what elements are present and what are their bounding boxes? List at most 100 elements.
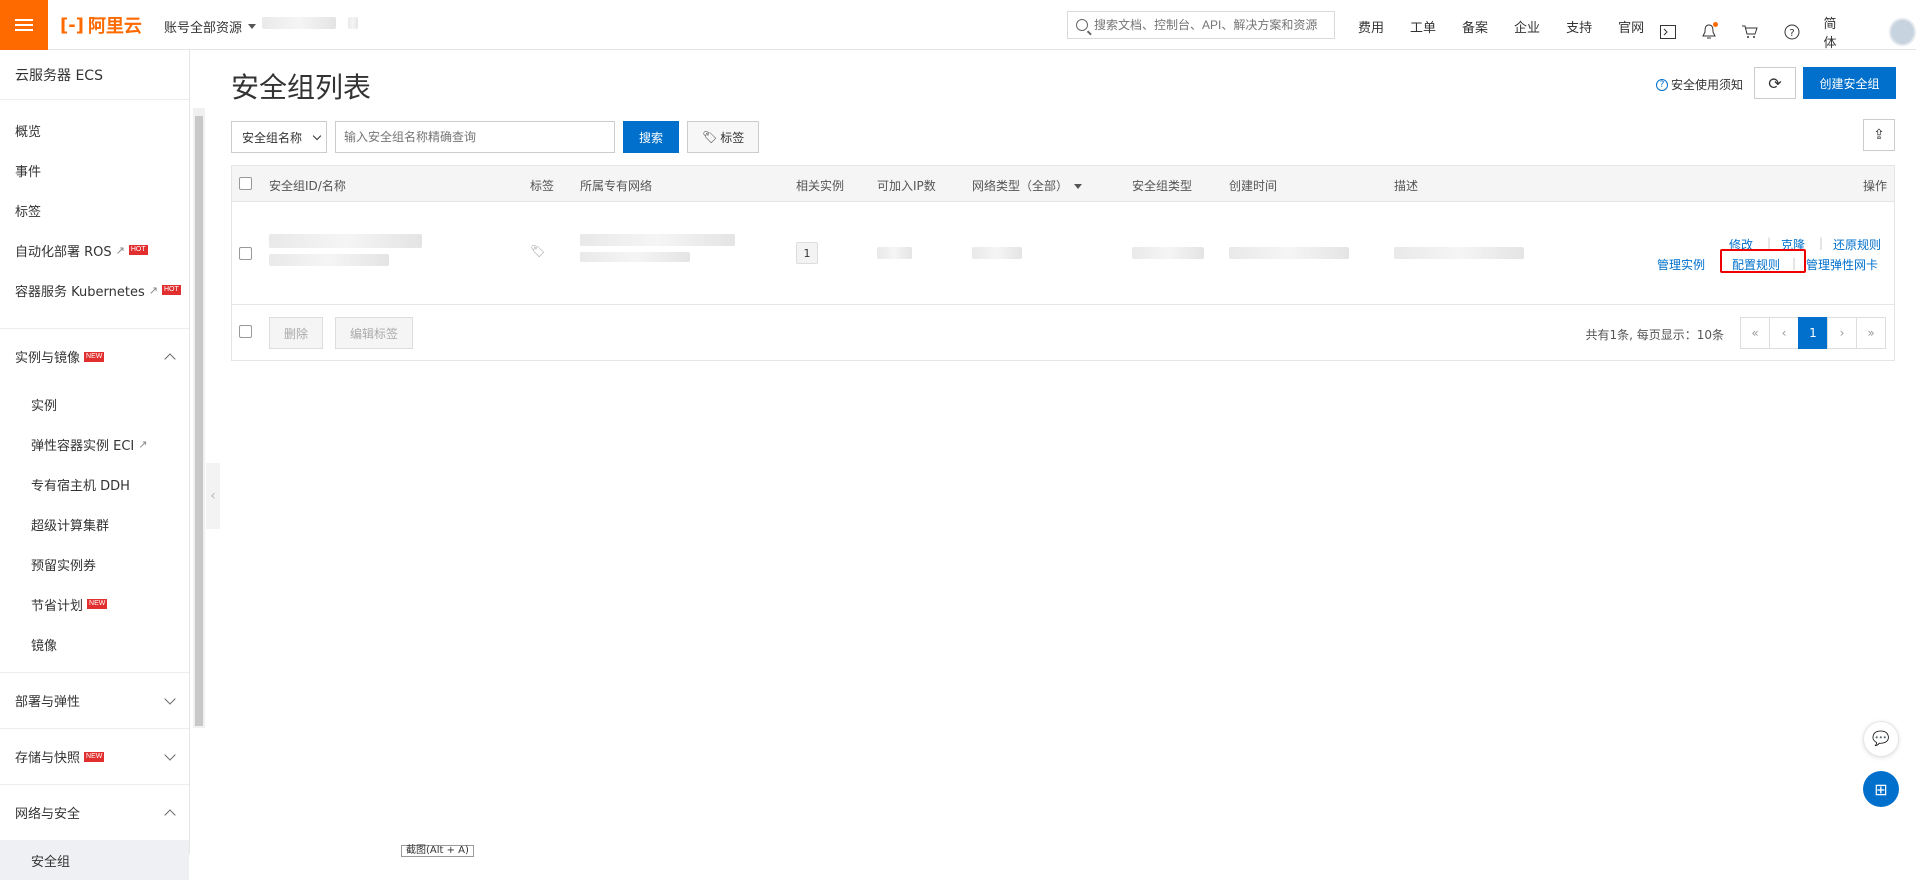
global-search[interactable] bbox=[1067, 11, 1335, 39]
select-all-checkbox[interactable] bbox=[239, 177, 252, 190]
help-icon[interactable]: ? bbox=[1782, 22, 1801, 42]
next-page-button[interactable]: › bbox=[1827, 317, 1857, 349]
manage-eni-link[interactable]: 管理弹性网卡 bbox=[1806, 256, 1878, 273]
sidebar-group-label: 部署与弹性 bbox=[15, 695, 81, 710]
sidebar: 云服务器 ECS 概览 事件 标签 自动化部署 ROS ↗ HOT 容器服务 K… bbox=[0, 50, 190, 880]
sidebar-collapse-toggle[interactable]: ‹ bbox=[206, 463, 220, 529]
redacted-group-type bbox=[1132, 247, 1204, 259]
redacted-created-time bbox=[1229, 247, 1349, 259]
external-link-icon: ↗ bbox=[148, 283, 158, 297]
top-navbar: [-] 阿里云 账号全部资源 费用 工单 备案 企业 支持 官网 ? 简体 bbox=[0, 0, 1916, 51]
redacted-group-name bbox=[269, 254, 389, 266]
nav-enterprise[interactable]: 企业 bbox=[1514, 17, 1540, 36]
redacted-vpc-name bbox=[580, 252, 690, 262]
col-description: 描述 bbox=[1394, 179, 1419, 193]
sidebar-group-instances[interactable]: 实例与镜像 NEW bbox=[0, 328, 189, 384]
menu-icon[interactable] bbox=[0, 0, 48, 50]
first-page-button[interactable]: « bbox=[1740, 317, 1770, 349]
account-resource-dropdown[interactable]: 账号全部资源 bbox=[164, 17, 257, 36]
sidebar-item-tags[interactable]: 标签 bbox=[0, 190, 189, 230]
redacted-description bbox=[1394, 247, 1524, 259]
sidebar-item-events[interactable]: 事件 bbox=[0, 150, 189, 190]
table-row: 🏷 1 修改 | 克隆 | 还原规则 管理实例 配置规则 | 管理弹性网卡 bbox=[232, 202, 1894, 305]
sidebar-item-instances[interactable]: 实例 bbox=[0, 384, 189, 424]
sidebar-item-label: 预留实例券 bbox=[31, 558, 97, 574]
col-network-type-filter[interactable]: 网络类型（全部） bbox=[972, 177, 1083, 194]
redacted-group-id[interactable] bbox=[269, 234, 422, 248]
filter-field-select[interactable]: 安全组名称 bbox=[231, 121, 327, 153]
terminal-icon[interactable] bbox=[1658, 22, 1677, 42]
sidebar-item-savings-plan[interactable]: 节省计划 NEW bbox=[0, 584, 189, 624]
quick-apps-button[interactable]: ⊞ bbox=[1863, 771, 1899, 807]
restore-rules-link[interactable]: 还原规则 bbox=[1833, 236, 1881, 253]
related-instances-count[interactable]: 1 bbox=[796, 242, 818, 264]
col-id-name: 安全组ID/名称 bbox=[269, 179, 346, 193]
sidebar-item-hpc-cluster[interactable]: 超级计算集群 bbox=[0, 504, 189, 544]
bell-icon[interactable] bbox=[1699, 22, 1718, 42]
delete-button[interactable]: 删除 bbox=[269, 317, 324, 349]
language-switch[interactable]: 简体 bbox=[1824, 13, 1849, 51]
nav-icp[interactable]: 备案 bbox=[1462, 17, 1488, 36]
aliyun-logo-icon: [-] bbox=[60, 14, 84, 36]
sidebar-item-eci[interactable]: 弹性容器实例 ECI ↗ bbox=[0, 424, 189, 464]
manage-instances-link[interactable]: 管理实例 bbox=[1657, 256, 1705, 273]
redacted-vpc-id[interactable] bbox=[580, 234, 735, 246]
sidebar-item-ros[interactable]: 自动化部署 ROS ↗ HOT bbox=[0, 230, 189, 270]
nav-official-site[interactable]: 官网 bbox=[1618, 17, 1644, 36]
sidebar-group-deploy[interactable]: 部署与弹性 bbox=[0, 672, 189, 728]
new-badge: NEW bbox=[84, 351, 105, 362]
svg-text:?: ? bbox=[1789, 28, 1794, 39]
sidebar-item-images[interactable]: 镜像 bbox=[0, 624, 189, 664]
edit-tags-button[interactable]: 编辑标签 bbox=[335, 317, 414, 349]
apps-icon: ⊞ bbox=[1874, 779, 1888, 799]
cart-icon[interactable] bbox=[1741, 22, 1760, 42]
scrollbar-thumb[interactable] bbox=[195, 116, 203, 726]
chat-feedback-button[interactable]: 💬 bbox=[1863, 721, 1899, 757]
nav-tickets[interactable]: 工单 bbox=[1410, 17, 1436, 36]
sidebar-group-network[interactable]: 网络与安全 bbox=[0, 784, 189, 840]
sidebar-item-label: 事件 bbox=[15, 164, 42, 180]
sidebar-item-security-groups[interactable]: 安全组 bbox=[0, 840, 189, 880]
sidebar-item-label: 容器服务 Kubernetes bbox=[15, 284, 145, 300]
prev-page-button[interactable]: ‹ bbox=[1769, 317, 1799, 349]
sidebar-title[interactable]: 云服务器 ECS bbox=[0, 50, 189, 100]
nav-billing[interactable]: 费用 bbox=[1358, 17, 1384, 36]
export-button[interactable]: ⇪ bbox=[1863, 119, 1895, 151]
caret-down-icon bbox=[1074, 184, 1083, 189]
security-notice-link[interactable]: ? 安全使用须知 bbox=[1656, 76, 1743, 93]
search-icon bbox=[1076, 19, 1088, 31]
nav-support[interactable]: 支持 bbox=[1566, 17, 1592, 36]
sidebar-item-reserved-instances[interactable]: 预留实例券 bbox=[0, 544, 189, 584]
sidebar-item-label: 概览 bbox=[15, 124, 42, 140]
tag-icon: 🏷 bbox=[702, 130, 718, 144]
footer-select-all-checkbox[interactable] bbox=[239, 325, 252, 338]
security-group-name-input[interactable] bbox=[335, 121, 615, 153]
sidebar-item-label: 专有宿主机 DDH bbox=[31, 478, 130, 494]
create-security-group-button[interactable]: 创建安全组 bbox=[1803, 67, 1896, 99]
tag-filter-button[interactable]: 🏷 标签 bbox=[687, 121, 760, 153]
search-button[interactable]: 搜索 bbox=[623, 121, 680, 153]
sidebar-scrollbar[interactable] bbox=[193, 108, 205, 728]
avatar[interactable] bbox=[1888, 18, 1916, 46]
last-page-button[interactable]: » bbox=[1856, 317, 1886, 349]
sidebar-item-label: 实例 bbox=[31, 398, 58, 414]
sidebar-item-kubernetes[interactable]: 容器服务 Kubernetes ↗ HOT bbox=[0, 270, 189, 310]
sidebar-item-label: 安全组 bbox=[31, 854, 71, 870]
page-1-button[interactable]: 1 bbox=[1798, 317, 1828, 349]
redacted-network-type bbox=[972, 247, 1022, 259]
account-label: 账号全部资源 bbox=[164, 21, 243, 36]
sidebar-item-label: 自动化部署 ROS bbox=[15, 244, 112, 260]
external-link-icon: ↗ bbox=[115, 243, 125, 257]
filter-bar: 安全组名称 搜索 🏷 标签 bbox=[231, 121, 760, 153]
sidebar-group-label: 实例与镜像 bbox=[15, 351, 81, 366]
sidebar-group-storage[interactable]: 存储与快照 NEW bbox=[0, 728, 189, 784]
refresh-button[interactable]: ⟳ bbox=[1754, 67, 1796, 99]
sidebar-item-ddh[interactable]: 专有宿主机 DDH bbox=[0, 464, 189, 504]
row-checkbox[interactable] bbox=[239, 247, 252, 260]
global-search-input[interactable] bbox=[1094, 18, 1324, 32]
table-footer: 删除 编辑标签 共有1条, 每页显示：10条 « ‹ 1 › » bbox=[232, 305, 1894, 360]
security-group-table: 安全组ID/名称 标签 所属专有网络 相关实例 可加入IP数 网络类型（全部） … bbox=[231, 165, 1895, 361]
sidebar-item-overview[interactable]: 概览 bbox=[0, 110, 189, 150]
tag-icon[interactable]: 🏷 bbox=[530, 244, 545, 258]
logo[interactable]: [-] 阿里云 bbox=[60, 13, 142, 38]
